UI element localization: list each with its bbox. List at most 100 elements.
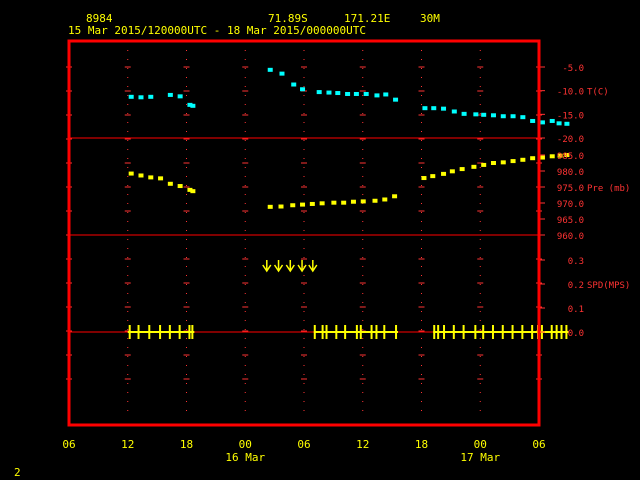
pressure-point bbox=[128, 171, 134, 176]
wind-y-tick: 0.1 bbox=[568, 305, 584, 315]
pressure-point bbox=[300, 202, 306, 207]
pressure-point bbox=[319, 201, 325, 206]
x-tick-label: 12 bbox=[356, 438, 369, 451]
pressure-point bbox=[539, 155, 545, 160]
pressure-point bbox=[290, 203, 296, 208]
temperature-point bbox=[291, 82, 297, 87]
pressure-point bbox=[449, 169, 455, 174]
pressure-y-tick: 980.0 bbox=[557, 168, 584, 178]
pressure-point bbox=[158, 176, 164, 181]
x-tick-label: 00 bbox=[474, 438, 487, 451]
temperature-point bbox=[383, 92, 389, 97]
pressure-point bbox=[350, 199, 356, 204]
pressure-point bbox=[382, 197, 388, 202]
page-number: 2 bbox=[14, 466, 21, 479]
pressure-y-tick: 975.0 bbox=[557, 184, 584, 194]
pressure-point bbox=[430, 174, 436, 179]
temperature-point bbox=[374, 93, 380, 98]
temperature-point bbox=[167, 92, 173, 97]
pressure-point bbox=[490, 161, 496, 165]
pressure-point bbox=[331, 200, 337, 205]
temperature-label: T(C) bbox=[587, 88, 609, 98]
temperature-point bbox=[556, 121, 562, 126]
x-tick-label: 18 bbox=[415, 438, 428, 451]
meteogram-chart: 8984 71.89S 171.21E 30M 15 Mar 2015/1200… bbox=[0, 0, 640, 480]
temperature-point bbox=[549, 118, 555, 123]
temperature-point bbox=[393, 97, 399, 102]
x-tick-label: 00 bbox=[239, 438, 252, 451]
temperature-y-tick: -20.0 bbox=[557, 135, 584, 145]
pressure-point bbox=[309, 201, 315, 206]
x-tick-label: 06 bbox=[297, 438, 310, 451]
pressure-point bbox=[520, 157, 526, 162]
pressure-point bbox=[441, 171, 447, 176]
pressure-point bbox=[510, 159, 516, 164]
temperature-point bbox=[335, 91, 341, 96]
temperature-point bbox=[441, 106, 447, 111]
pressure-point bbox=[421, 176, 427, 181]
temperature-point bbox=[564, 121, 570, 126]
temperature-y-tick: -5.0 bbox=[562, 64, 584, 74]
temperature-point bbox=[520, 115, 526, 120]
pressure-point bbox=[471, 164, 477, 169]
temperature-point bbox=[316, 90, 322, 95]
pressure-point bbox=[360, 199, 366, 204]
pressure-point bbox=[530, 156, 536, 161]
x-tick-label: 18 bbox=[180, 438, 193, 451]
temperature-point bbox=[500, 114, 506, 119]
temperature-point bbox=[461, 111, 467, 116]
pressure-point bbox=[341, 200, 347, 205]
pressure-y-tick: 985.0 bbox=[557, 152, 584, 162]
temperature-point bbox=[267, 67, 273, 72]
temperature-point bbox=[177, 94, 183, 99]
pressure-point bbox=[549, 154, 555, 159]
temperature-point bbox=[353, 91, 359, 96]
temperature-point bbox=[326, 90, 332, 95]
temperature-point bbox=[481, 112, 487, 117]
pressure-point bbox=[278, 204, 284, 209]
temperature-y-tick: -15.0 bbox=[557, 111, 584, 121]
wind-label: SPD(MPS) bbox=[587, 281, 630, 291]
x-tick-label: 06 bbox=[62, 438, 75, 451]
wind-y-tick: 0.3 bbox=[568, 257, 584, 267]
pressure-y-tick: 970.0 bbox=[557, 200, 584, 210]
x-tick-label: 12 bbox=[121, 438, 134, 451]
pressure-point bbox=[167, 181, 173, 186]
temperature-point bbox=[422, 106, 428, 111]
pressure-point bbox=[392, 194, 398, 199]
date-label: 16 Mar bbox=[225, 451, 265, 464]
wind-y-tick: 0.0 bbox=[568, 329, 584, 339]
pressure-point bbox=[481, 162, 487, 167]
chart-background bbox=[0, 0, 640, 480]
temperature-point bbox=[473, 112, 479, 117]
elevation: 30M bbox=[420, 12, 440, 25]
pressure-point bbox=[267, 204, 273, 209]
temperature-point bbox=[539, 120, 545, 125]
temperature-point bbox=[279, 71, 285, 76]
temperature-point bbox=[148, 94, 154, 99]
temperature-point bbox=[300, 87, 306, 92]
temperature-point bbox=[363, 91, 369, 96]
pressure-y-tick: 965.0 bbox=[557, 216, 584, 226]
pressure-point bbox=[177, 184, 183, 189]
temperature-point bbox=[128, 94, 134, 99]
pressure-point bbox=[190, 189, 196, 194]
pressure-y-tick: 960.0 bbox=[557, 232, 584, 242]
date-label: 17 Mar bbox=[460, 451, 500, 464]
pressure-point bbox=[372, 198, 378, 203]
pressure-point bbox=[138, 173, 144, 178]
pressure-label: Pre (mb) bbox=[587, 184, 630, 194]
temperature-point bbox=[490, 113, 496, 118]
temperature-y-tick: -10.0 bbox=[557, 88, 584, 98]
wind-y-tick: 0.2 bbox=[568, 281, 584, 291]
temperature-point bbox=[451, 109, 457, 114]
temperature-point bbox=[530, 118, 536, 123]
temperature-point bbox=[345, 91, 351, 96]
temperature-point bbox=[138, 95, 144, 100]
temperature-point bbox=[190, 103, 196, 108]
temperature-point bbox=[431, 106, 437, 111]
pressure-point bbox=[500, 160, 506, 165]
time-range: 15 Mar 2015/120000UTC - 18 Mar 2015/0000… bbox=[68, 24, 366, 37]
x-tick-label: 06 bbox=[532, 438, 545, 451]
pressure-point bbox=[148, 175, 154, 180]
